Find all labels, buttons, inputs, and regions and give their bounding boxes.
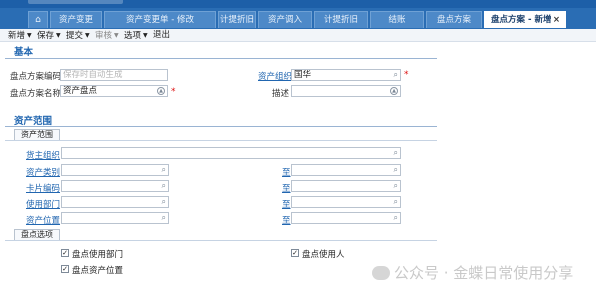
to-link[interactable]: 至 bbox=[282, 166, 291, 178]
use-dept-to-field[interactable]: ⌕ bbox=[291, 196, 401, 208]
divider bbox=[5, 240, 437, 241]
required-mark: * bbox=[404, 70, 409, 80]
chevron-down-icon: ▼ bbox=[85, 32, 90, 39]
plan-code-placeholder: 保存时自动生成 bbox=[63, 70, 123, 80]
new-button[interactable]: 新增 ▼ bbox=[8, 30, 32, 42]
chevron-down-icon: ▼ bbox=[56, 32, 61, 39]
submit-label: 提交 bbox=[66, 31, 84, 41]
use-dept-from-field[interactable]: ⌕ bbox=[61, 196, 169, 208]
search-icon[interactable]: ⌕ bbox=[162, 165, 166, 175]
asset-org-value: 国华 bbox=[294, 70, 312, 80]
asset-org-field[interactable]: 国华 ⌕ bbox=[291, 69, 401, 81]
tab-asset-transfer-in[interactable]: 资产调入 bbox=[258, 11, 312, 28]
search-icon[interactable]: ⌕ bbox=[162, 213, 166, 223]
user-checkbox[interactable]: ✓ bbox=[291, 249, 299, 257]
tab-inventory-plan[interactable]: 盘点方案 bbox=[426, 11, 482, 28]
location-checkbox-label: 盘点资产位置 bbox=[72, 266, 124, 276]
tab-label: 盘点方案 - 新增 bbox=[491, 15, 552, 25]
divider bbox=[5, 58, 437, 59]
wechat-icon bbox=[372, 266, 390, 280]
section-scope-title: 资产范围 bbox=[14, 116, 53, 127]
to-link[interactable]: 至 bbox=[282, 182, 291, 194]
use-dept-checkbox[interactable]: ✓ bbox=[61, 249, 69, 257]
owner-org-field[interactable]: ⌕ bbox=[61, 147, 401, 159]
audit-label: 审核 bbox=[95, 31, 113, 41]
lookup-icon[interactable]: ▲ bbox=[157, 87, 165, 95]
audit-button[interactable]: 审核 ▼ bbox=[95, 30, 119, 42]
toolbar: 新增 ▼ 保存 ▼ 提交 ▼ 审核 ▼ 选项 ▼ 退出 bbox=[0, 29, 596, 42]
tab-depreciation-2[interactable]: 计提折旧 bbox=[314, 11, 368, 28]
search-icon[interactable]: ⌕ bbox=[394, 148, 398, 158]
asset-location-from-field[interactable]: ⌕ bbox=[61, 212, 169, 224]
section-basic-title: 基本 bbox=[14, 47, 34, 58]
divider bbox=[5, 126, 437, 127]
chevron-down-icon: ▼ bbox=[114, 32, 119, 39]
exit-button[interactable]: 退出 bbox=[153, 30, 170, 41]
plan-name-value: 资产盘点 bbox=[63, 86, 98, 96]
tab-home[interactable]: ⌂ bbox=[28, 11, 48, 28]
options-group-header: 盘点选项 bbox=[14, 229, 60, 240]
card-code-from-field[interactable]: ⌕ bbox=[61, 180, 169, 192]
new-label: 新增 bbox=[8, 31, 26, 41]
options-label: 选项 bbox=[124, 31, 142, 41]
asset-org-link[interactable]: 资产组织 bbox=[258, 70, 292, 82]
tab-bar: ⌂ 资产变更 资产变更单 - 修改 计提折旧 资产调入 计提折旧 结账 盘点方案… bbox=[0, 8, 596, 29]
search-icon[interactable]: ⌕ bbox=[394, 213, 398, 223]
plan-code-field[interactable]: 保存时自动生成 bbox=[60, 69, 168, 81]
card-code-link[interactable]: 卡片编码 bbox=[26, 182, 60, 194]
tab-inventory-plan-new[interactable]: 盘点方案 - 新增 × bbox=[484, 11, 566, 28]
required-mark: * bbox=[171, 87, 176, 97]
scope-group-header: 资产范围 bbox=[14, 129, 60, 140]
description-label: 描述 bbox=[272, 89, 290, 99]
submit-button[interactable]: 提交 ▼ bbox=[66, 30, 90, 42]
search-icon[interactable]: ⌕ bbox=[162, 181, 166, 191]
asset-location-to-field[interactable]: ⌕ bbox=[291, 212, 401, 224]
tab-asset-change-edit[interactable]: 资产变更单 - 修改 bbox=[104, 11, 216, 28]
plan-name-label: 盘点方案名称 bbox=[10, 89, 62, 99]
search-icon[interactable]: ⌕ bbox=[394, 165, 398, 175]
tab-depreciation-1[interactable]: 计提折旧 bbox=[218, 11, 256, 28]
asset-category-from-field[interactable]: ⌕ bbox=[61, 164, 169, 176]
asset-category-to-field[interactable]: ⌕ bbox=[291, 164, 401, 176]
save-label: 保存 bbox=[37, 31, 55, 41]
search-icon[interactable]: ⌕ bbox=[394, 197, 398, 207]
asset-category-link[interactable]: 资产类别 bbox=[26, 166, 60, 178]
asset-location-link[interactable]: 资产位置 bbox=[26, 214, 60, 226]
use-dept-checkbox-label: 盘点使用部门 bbox=[72, 250, 124, 260]
plan-name-field[interactable]: 资产盘点 ▲ bbox=[60, 85, 168, 97]
user-checkbox-label: 盘点使用人 bbox=[302, 250, 345, 260]
close-icon[interactable]: × bbox=[553, 12, 560, 28]
search-icon[interactable]: ⌕ bbox=[394, 181, 398, 191]
to-link[interactable]: 至 bbox=[282, 214, 291, 226]
card-code-to-field[interactable]: ⌕ bbox=[291, 180, 401, 192]
plan-code-label: 盘点方案编码 bbox=[10, 72, 62, 82]
chevron-down-icon: ▼ bbox=[27, 32, 32, 39]
watermark-text: 公众号 · 金蝶日常使用分享 bbox=[394, 264, 574, 282]
app-header-band bbox=[0, 0, 596, 8]
tab-closing[interactable]: 结账 bbox=[370, 11, 424, 28]
app-logo bbox=[28, 0, 123, 4]
lookup-icon[interactable]: ▲ bbox=[390, 87, 398, 95]
options-button[interactable]: 选项 ▼ bbox=[124, 30, 148, 42]
watermark: 公众号 · 金蝶日常使用分享 bbox=[372, 262, 573, 283]
to-link[interactable]: 至 bbox=[282, 198, 291, 210]
divider bbox=[5, 140, 437, 141]
description-field[interactable]: ▲ bbox=[291, 85, 401, 97]
owner-org-link[interactable]: 货主组织 bbox=[26, 149, 60, 161]
location-checkbox[interactable]: ✓ bbox=[61, 265, 69, 273]
chevron-down-icon: ▼ bbox=[143, 32, 148, 39]
use-dept-link[interactable]: 使用部门 bbox=[26, 198, 60, 210]
search-icon[interactable]: ⌕ bbox=[162, 197, 166, 207]
tab-asset-change[interactable]: 资产变更 bbox=[50, 11, 102, 28]
search-icon[interactable]: ⌕ bbox=[394, 70, 398, 80]
save-button[interactable]: 保存 ▼ bbox=[37, 30, 61, 42]
